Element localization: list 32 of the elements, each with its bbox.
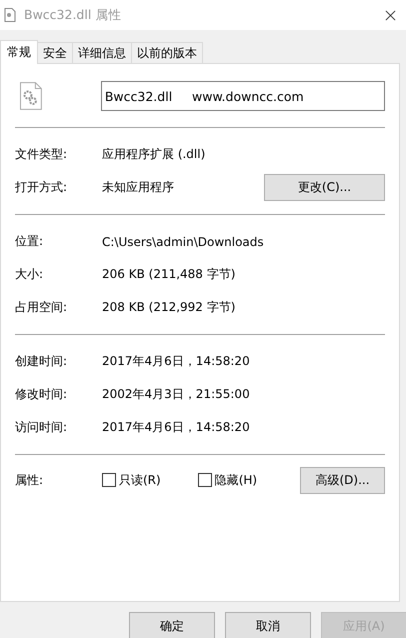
tab[interactable]: 以前的版本: [131, 42, 203, 63]
field-value: 208 KB (212,992 字节): [102, 299, 236, 316]
field-label: 访问时间:: [15, 419, 68, 436]
field-label: 创建时间:: [15, 353, 68, 370]
field-value: 2017年4月6日，14:58:20: [102, 353, 251, 370]
checkbox-label[interactable]: 只读(R): [119, 472, 161, 488]
field-value: 未知应用程序: [102, 179, 175, 196]
field-value: 2002年4月3日，21:55:00: [102, 386, 251, 403]
checkbox[interactable]: [198, 473, 212, 487]
checkbox[interactable]: [102, 473, 116, 487]
field-value: 应用程序扩展 (.dll): [102, 146, 206, 163]
field-label: 修改时间:: [15, 386, 68, 403]
advanced-button[interactable]: 高级(D)...: [300, 466, 385, 494]
field-value: 206 KB (211,488 字节): [102, 266, 236, 283]
field-value: 2017年4月6日，14:58:20: [102, 419, 251, 436]
file-icon: [4, 8, 16, 22]
close-icon[interactable]: [385, 10, 396, 20]
field-label: 占用空间:: [15, 299, 68, 316]
field-label: 打开方式:: [15, 179, 68, 196]
checkbox-label[interactable]: 隐藏(H): [214, 472, 258, 488]
change-button[interactable]: 更改(C)...: [264, 174, 385, 201]
field-label: 大小:: [15, 266, 44, 283]
field-label: 文件类型:: [15, 146, 68, 163]
field-label: 位置:: [15, 233, 44, 250]
file-name-field[interactable]: Bwcc32.dll www.downcc.com: [100, 81, 385, 111]
tab[interactable]: 常规: [0, 40, 38, 64]
field-label: 属性:: [15, 472, 44, 488]
dialog-button[interactable]: 确定: [129, 612, 215, 638]
gear-file-icon: [20, 82, 42, 110]
field-value: C:\Users\admin\Downloads: [102, 234, 265, 248]
dialog-button[interactable]: 取消: [225, 612, 311, 638]
window-title: Bwcc32.dll 属性: [24, 6, 122, 24]
